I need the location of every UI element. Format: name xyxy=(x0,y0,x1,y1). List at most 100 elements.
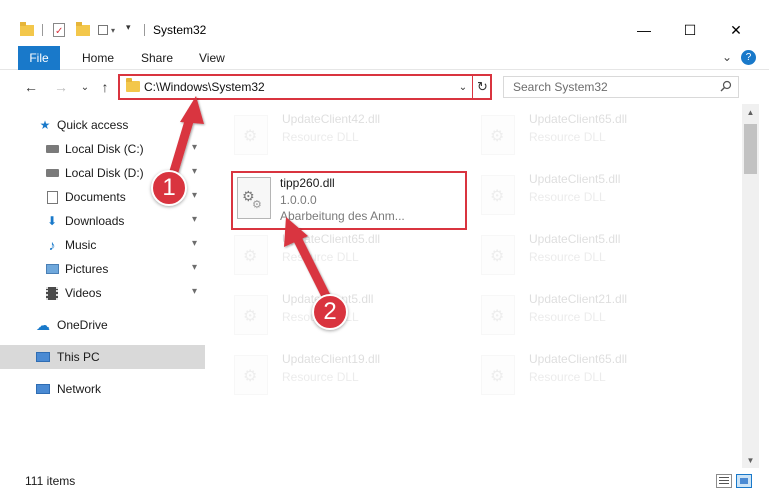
forward-button[interactable]: → xyxy=(52,78,70,96)
file-tile[interactable]: ⚙ UpdateClient65.dll Resource DLL xyxy=(234,232,464,282)
file-name: UpdateClient65.dll xyxy=(529,352,628,366)
file-name: UpdateClient42.dll xyxy=(282,112,381,126)
file-description: Abarbeitung des Anm... xyxy=(280,209,405,223)
back-button[interactable]: ← xyxy=(22,78,40,96)
file-tile[interactable]: ⚙ UpdateClient65.dll Resource DLL xyxy=(481,112,711,162)
file-list: ⚙ UpdateClient42.dll Resource DLL ⚙ Upda… xyxy=(208,104,742,468)
dll-file-icon: ⚙ xyxy=(481,175,515,215)
sidebar-item-pictures[interactable]: Pictures ▾ xyxy=(0,257,205,281)
refresh-button[interactable]: ↻ xyxy=(472,76,492,98)
scroll-down-icon[interactable]: ▼ xyxy=(742,452,759,468)
up-button[interactable]: ↑ xyxy=(96,78,114,96)
sidebar-item-this-pc[interactable]: This PC xyxy=(0,345,205,369)
sidebar-item-label: Local Disk (D:) xyxy=(65,166,144,180)
file-version: 1.0.0.0 xyxy=(280,193,317,207)
address-path[interactable]: C:\Windows\System32 xyxy=(144,80,265,94)
scroll-up-icon[interactable]: ▲ xyxy=(742,104,759,120)
sidebar-item-label: Network xyxy=(57,382,102,396)
search-icon[interactable] xyxy=(720,80,732,92)
documents-icon xyxy=(45,190,59,204)
properties-icon[interactable]: ✓ xyxy=(52,22,66,38)
gear-icon: ⚙ xyxy=(490,248,505,265)
navigation-pane: ★ Quick access Local Disk (C:) ▾ Local D… xyxy=(0,110,207,460)
file-tile[interactable]: ⚙ UpdateClient5.dll Resource DLL xyxy=(234,292,464,342)
gear-icon: ⚙ xyxy=(243,308,258,325)
annotation-badge-1: 1 xyxy=(151,170,187,206)
file-tile[interactable]: ⚙ UpdateClient21.dll Resource DLL xyxy=(481,292,711,342)
gear-icon: ⚙ xyxy=(243,248,258,265)
expand-ribbon-icon[interactable]: ⌄ xyxy=(722,50,732,64)
sidebar-item-label: OneDrive xyxy=(57,318,108,332)
gear-icon: ⚙ xyxy=(243,368,258,385)
file-tile[interactable]: ⚙ UpdateClient5.dll Resource DLL xyxy=(481,232,711,282)
sidebar-item-videos[interactable]: Videos ▾ xyxy=(0,281,205,305)
pin-icon: ▾ xyxy=(192,190,198,201)
file-name: UpdateClient5.dll xyxy=(529,232,621,246)
gear-icon: ⚙ xyxy=(490,128,505,145)
file-tile[interactable]: ⚙ UpdateClient42.dll Resource DLL xyxy=(234,112,464,162)
status-bar: 111 items xyxy=(0,470,769,492)
sidebar-item-label: Downloads xyxy=(65,214,125,228)
annotation-badge-2: 2 xyxy=(312,294,348,330)
window-title: System32 xyxy=(153,23,207,37)
dll-file-icon: ⚙ ⚙ xyxy=(237,177,271,219)
gear-icon: ⚙ xyxy=(243,128,258,145)
sidebar-item-network[interactable]: Network xyxy=(0,377,205,401)
pin-icon: ▾ xyxy=(192,142,198,153)
search-input[interactable]: Search System32 xyxy=(503,76,739,98)
large-icons-view-icon[interactable] xyxy=(736,474,752,488)
sidebar-item-downloads[interactable]: ⬇ Downloads ▾ xyxy=(0,209,205,233)
scrollbar-thumb[interactable] xyxy=(744,124,757,174)
title-separator xyxy=(144,24,145,36)
sidebar-item-onedrive[interactable]: ☁ OneDrive xyxy=(0,313,205,337)
address-bar[interactable]: C:\Windows\System32 ⌄ ↻ xyxy=(118,74,492,100)
highlighted-file-tile[interactable]: ⚙ ⚙ tipp260.dll 1.0.0.0 Abarbeitung des … xyxy=(231,171,467,230)
sidebar-item-music[interactable]: ♪ Music ▾ xyxy=(0,233,205,257)
view-options-icon[interactable]: ▾ xyxy=(98,22,118,38)
pin-icon: ▾ xyxy=(192,214,198,225)
onedrive-icon: ☁ xyxy=(36,317,50,333)
title-bar: ✓ ▾ ▾ System32 — ☐ ✕ xyxy=(0,0,769,40)
file-description: Resource DLL xyxy=(282,250,359,264)
sidebar-item-quick-access[interactable]: ★ Quick access xyxy=(0,113,205,137)
file-description: Resource DLL xyxy=(529,190,606,204)
videos-icon xyxy=(45,286,59,300)
gear-icon: ⚙ xyxy=(490,368,505,385)
address-dropdown-icon[interactable]: ⌄ xyxy=(456,78,470,96)
help-icon[interactable]: ? xyxy=(741,50,756,65)
star-icon: ★ xyxy=(39,118,51,132)
dll-file-icon: ⚙ xyxy=(481,235,515,275)
vertical-scrollbar[interactable]: ▲ ▼ xyxy=(742,104,759,468)
close-button[interactable]: ✕ xyxy=(716,18,756,42)
drive-icon xyxy=(45,166,59,180)
sidebar-item-local-disk-c[interactable]: Local Disk (C:) ▾ xyxy=(0,137,205,161)
computer-icon xyxy=(36,350,50,364)
sidebar-item-label: Music xyxy=(65,238,97,252)
recent-locations-button[interactable]: ⌄ xyxy=(76,78,94,96)
gear-icon: ⚙ xyxy=(490,188,505,205)
customize-toolbar-icon[interactable]: ▾ xyxy=(126,22,136,38)
tab-view[interactable]: View xyxy=(199,50,225,66)
tab-share[interactable]: Share xyxy=(141,50,173,66)
downloads-icon: ⬇ xyxy=(46,214,58,228)
pin-icon: ▾ xyxy=(192,286,198,297)
minimize-button[interactable]: — xyxy=(624,18,664,42)
details-view-icon[interactable] xyxy=(716,474,732,488)
gear-icon: ⚙ xyxy=(252,199,262,211)
file-tile[interactable]: ⚙ UpdateClient65.dll Resource DLL xyxy=(481,352,711,402)
file-tile[interactable]: ⚙ UpdateClient5.dll Resource DLL xyxy=(481,172,711,222)
sidebar-item-label: This PC xyxy=(57,350,100,364)
file-tile[interactable]: ⚙ UpdateClient19.dll Resource DLL xyxy=(234,352,464,402)
file-name: UpdateClient5.dll xyxy=(529,172,621,186)
file-description: Resource DLL xyxy=(529,130,606,144)
new-folder-icon[interactable] xyxy=(76,22,90,38)
item-count: 111 items xyxy=(25,474,76,488)
tab-file[interactable]: File xyxy=(18,46,60,70)
pictures-icon xyxy=(45,262,59,276)
maximize-button[interactable]: ☐ xyxy=(670,18,710,42)
drive-icon xyxy=(45,142,59,156)
dll-file-icon: ⚙ xyxy=(234,115,268,155)
file-description: Resource DLL xyxy=(529,310,606,324)
tab-home[interactable]: Home xyxy=(82,50,114,66)
sidebar-item-label: Videos xyxy=(65,286,102,300)
